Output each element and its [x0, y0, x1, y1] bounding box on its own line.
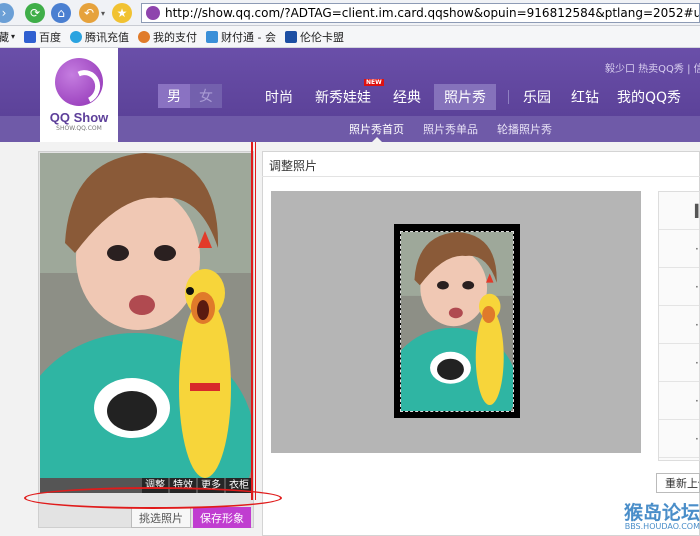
divider — [262, 176, 700, 177]
new-badge: NEW — [364, 79, 384, 86]
forum-watermark: 猴岛论坛 BBS.HOUDAO.COM — [603, 498, 700, 531]
url-text: http://show.qq.com/?ADTAG=client.im.card… — [165, 6, 700, 20]
tencent-icon — [70, 30, 83, 43]
bookmark-label: 藏 — [0, 30, 9, 44]
nav-my-qqshow[interactable]: 我的QQ秀 — [617, 84, 681, 110]
shield-icon — [206, 30, 219, 43]
paw-icon — [24, 30, 37, 43]
save-look-button[interactable]: 保存形象 — [193, 507, 251, 528]
user-links[interactable]: 毅少口 热卖QQ秀 | 信誉 — [605, 60, 700, 75]
bookmark-label: 我的支付 — [153, 30, 198, 44]
undo-dropdown-icon[interactable]: ▾ — [101, 9, 105, 18]
watermark-title: 猴岛论坛 — [623, 502, 700, 524]
qqshow-favicon-icon — [146, 6, 160, 20]
bookmark-tenpay[interactable]: 财付通 - 会 — [206, 29, 276, 45]
bookmark-label: 伦伦卡盟 — [299, 30, 344, 44]
address-bar[interactable]: http://show.qq.com/?ADTAG=client.im.card… — [141, 3, 700, 23]
portrait-image — [40, 153, 252, 493]
bookmark-my-payment[interactable]: 我的支付 — [138, 29, 197, 45]
side-option[interactable]: ▍ — [659, 192, 700, 230]
bookmarks-bar: 藏 ▾ 百度 腾讯充值 我的支付 财付通 - 会 伦伦卡盟 — [0, 26, 700, 48]
choose-photo-button[interactable]: 挑选照片 — [131, 507, 191, 528]
bookmark-label: 腾讯充值 — [85, 30, 130, 44]
nav-new-dolls[interactable]: 新秀娃娃 — [315, 84, 371, 110]
panel-title: 调整照片 — [269, 159, 318, 173]
nav-photo-show[interactable]: 照片秀 — [434, 84, 496, 110]
side-option[interactable]: · — [659, 230, 699, 268]
annotation-oval — [24, 487, 282, 509]
refresh-icon[interactable]: ⟳ — [25, 3, 45, 23]
nav-paradise[interactable]: 乐园 — [523, 84, 551, 110]
bookmark-card-league[interactable]: 伦伦卡盟 — [284, 29, 344, 45]
card-icon — [284, 30, 297, 43]
portrait-thumbnail-image — [401, 232, 513, 411]
crop-photo[interactable] — [400, 231, 514, 412]
side-option[interactable]: · — [659, 420, 699, 458]
bookmark-baidu[interactable]: 百度 — [24, 29, 61, 45]
side-option[interactable]: · — [659, 268, 699, 306]
bookmark-tencent-recharge[interactable]: 腾讯充值 — [70, 29, 129, 45]
nav-divider — [508, 90, 509, 104]
side-option-list: ▍ · · · · · · — [658, 191, 700, 461]
home-icon[interactable]: ⌂ — [51, 3, 71, 23]
browser-toolbar: › ⟳ ⌂ ↶ ▾ ★ http://show.qq.com/?ADTAG=cl… — [0, 0, 700, 26]
reupload-button[interactable]: 重新上传 — [656, 473, 700, 493]
nav-classic[interactable]: 经典 — [393, 84, 421, 110]
qqshow-logo[interactable]: QQ Show SHOW.QQ.COM — [40, 48, 118, 142]
nav-red-diamond[interactable]: 红钻 — [571, 84, 599, 110]
bookmark-label: 百度 — [39, 30, 62, 44]
annotation-line — [251, 142, 256, 500]
gender-male-tab[interactable]: 男 — [158, 84, 190, 108]
payment-icon — [138, 30, 151, 43]
undo-icon[interactable]: ↶ — [79, 3, 99, 23]
subnav-photo-home[interactable]: 照片秀首页 — [349, 121, 404, 137]
subnav-photo-items[interactable]: 照片秀单品 — [423, 121, 478, 137]
subnav-carousel-photo[interactable]: 轮播照片秀 — [497, 121, 552, 137]
side-option[interactable]: · — [659, 382, 699, 420]
bookmark-item[interactable]: 藏 ▾ — [0, 29, 15, 45]
preview-photo — [40, 153, 252, 493]
favorite-star-icon[interactable]: ★ — [112, 3, 132, 23]
nav-fashion[interactable]: 时尚 — [265, 84, 293, 110]
side-option[interactable]: · — [659, 306, 699, 344]
logo-text: QQ Show — [49, 110, 109, 125]
forward-icon[interactable]: › — [0, 3, 14, 23]
side-option[interactable]: · — [659, 344, 699, 382]
gender-female-tab[interactable]: 女 — [190, 84, 222, 108]
dropdown-icon: ▾ — [11, 32, 16, 41]
bookmark-label: 财付通 - 会 — [221, 30, 276, 44]
qqshow-logo-icon — [55, 58, 103, 106]
logo-subtext: SHOW.QQ.COM — [56, 125, 102, 132]
watermark-url: BBS.HOUDAO.COM — [624, 522, 700, 531]
